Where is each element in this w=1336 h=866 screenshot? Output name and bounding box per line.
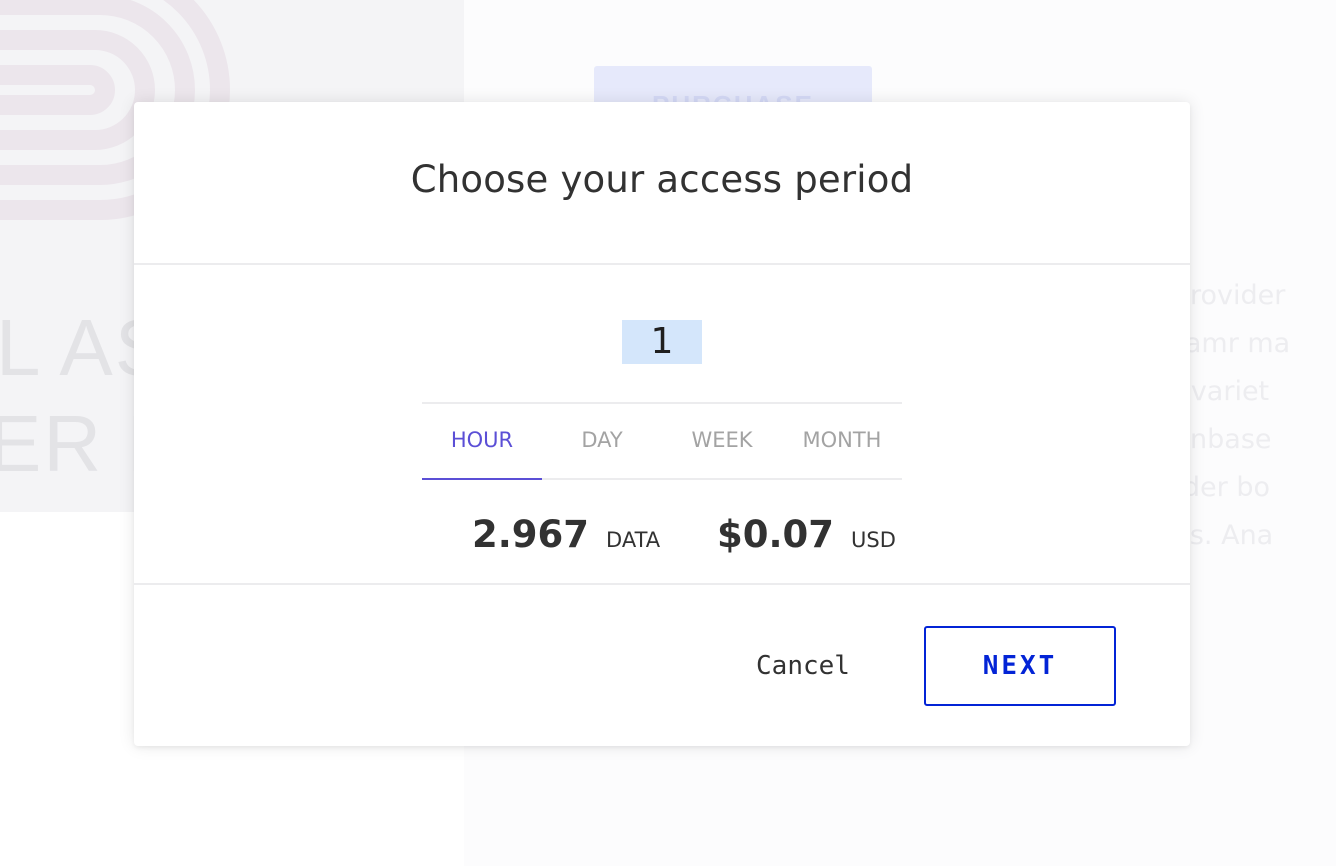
modal-header: Choose your access period	[134, 102, 1190, 265]
cancel-button[interactable]: Cancel	[738, 626, 868, 706]
price-data-unit: DATA	[606, 528, 661, 552]
access-period-modal: Choose your access period HOUR DAY WEEK …	[134, 102, 1190, 746]
modal-footer: Cancel NEXT	[134, 585, 1190, 746]
next-button[interactable]: NEXT	[924, 626, 1116, 706]
tab-week[interactable]: WEEK	[662, 404, 782, 478]
modal-title: Choose your access period	[410, 158, 914, 201]
quantity-input[interactable]	[622, 320, 702, 364]
price-usd-value: $0.07	[717, 513, 835, 556]
price-data: 2.967 DATA	[472, 513, 660, 556]
price-data-value: 2.967	[472, 513, 590, 556]
tab-month[interactable]: MONTH	[782, 404, 902, 478]
price-usd-unit: USD	[851, 528, 896, 552]
tab-day[interactable]: DAY	[542, 404, 662, 478]
time-unit-tabs: HOUR DAY WEEK MONTH	[422, 402, 902, 480]
price-usd: $0.07 USD	[717, 513, 896, 556]
modal-body: HOUR DAY WEEK MONTH 2.967 DATA $0.07 USD	[134, 265, 1190, 585]
tab-hour[interactable]: HOUR	[422, 404, 542, 480]
